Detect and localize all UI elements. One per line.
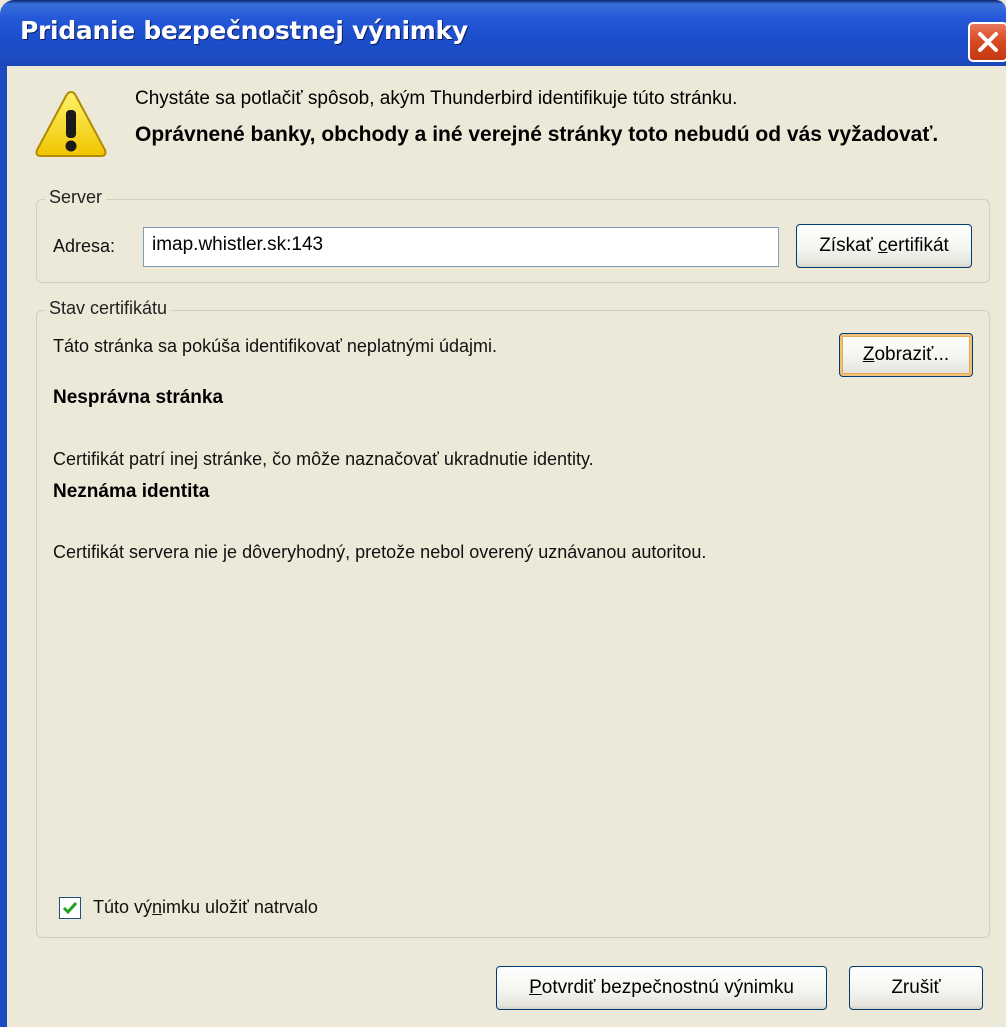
certificate-summary: Táto stránka sa pokúša identifikovať nep… xyxy=(53,336,497,356)
cancel-button[interactable]: Zrušiť xyxy=(849,966,983,1010)
confirm-exception-button[interactable]: Potvrdiť bezpečnostnú výnimku xyxy=(496,966,827,1010)
dialog-content: Chystáte sa potlačiť spôsob, akým Thunde… xyxy=(7,66,1006,1027)
address-input[interactable]: imap.whistler.sk:143 xyxy=(143,227,779,267)
permanent-exception-checkbox[interactable] xyxy=(59,897,81,919)
problem-detail-unknown-identity: Certifikát servera nie je dôveryhodný, p… xyxy=(53,542,707,562)
certificate-status-legend: Stav certifikátu xyxy=(45,298,172,319)
permanent-exception-label[interactable]: Túto výnimku uložiť natrvalo xyxy=(93,897,318,918)
dialog-window: Pridanie bezpečnostnej výnimky Chystáte … xyxy=(0,0,1006,1027)
problem-title-unknown-identity: Neznáma identita xyxy=(53,481,210,502)
close-button[interactable] xyxy=(968,22,1006,62)
window-frame xyxy=(0,66,7,1027)
problem-title-wrong-site: Nesprávna stránka xyxy=(53,387,224,408)
window-title: Pridanie bezpečnostnej výnimky xyxy=(20,16,468,45)
view-certificate-button[interactable]: Zobraziť... xyxy=(839,333,973,377)
certificate-status-group: Stav certifikátu Táto stránka sa pokúša … xyxy=(36,298,990,938)
warning-message: Chystáte sa potlačiť spôsob, akým Thunde… xyxy=(135,88,738,109)
checkmark-icon xyxy=(62,902,78,915)
problem-detail-wrong-site: Certifikát patrí inej stránke, čo môže n… xyxy=(53,449,594,469)
close-icon xyxy=(978,32,998,52)
server-legend: Server xyxy=(45,187,107,208)
title-bar[interactable]: Pridanie bezpečnostnej výnimky xyxy=(0,0,1006,66)
server-group: Server Adresa: imap.whistler.sk:143 Získ… xyxy=(36,187,990,283)
warning-icon xyxy=(35,90,107,157)
get-certificate-button[interactable]: Získať certifikát xyxy=(796,224,972,268)
warning-emphasis: Oprávnené banky, obchody a iné verejné s… xyxy=(135,123,939,146)
address-label: Adresa: xyxy=(53,236,116,256)
